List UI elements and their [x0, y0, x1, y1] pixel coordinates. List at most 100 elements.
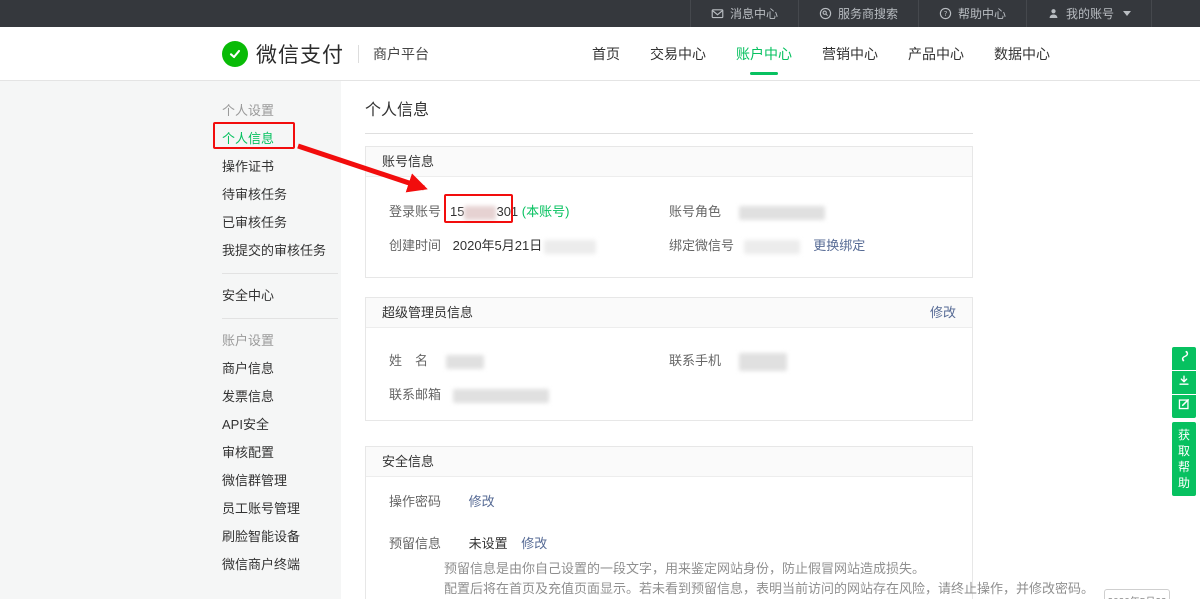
account-role-label: 账号角色 [669, 204, 721, 219]
sidebar-item-pending-review-tasks[interactable]: 待审核任务 [222, 181, 341, 209]
operation-password-row: 操作密码 修改 [389, 491, 495, 510]
sidebar-item-api-security[interactable]: API安全 [222, 411, 341, 439]
reserved-info-label: 预留信息 [389, 536, 441, 551]
nav-product-center[interactable]: 产品中心 [908, 27, 964, 81]
sidebar-item-face-payment-devices[interactable]: 刷脸智能设备 [222, 523, 341, 551]
edit-reserved-info-link[interactable]: 修改 [521, 536, 547, 551]
account-role-row: 账号角色 [669, 201, 825, 220]
account-info-title: 账号信息 [382, 147, 434, 176]
help-center-label: 帮助中心 [958, 5, 1006, 22]
change-password-link[interactable]: 修改 [469, 494, 495, 509]
service-provider-search-label: 服务商搜索 [838, 5, 898, 22]
help-line: 预留信息是由你自己设置的一段文字，用来鉴定网站身份，防止假冒网站造成损失。 [444, 559, 1094, 579]
help-center-menu[interactable]: ? 帮助中心 [918, 0, 1026, 27]
admin-name-label: 姓 名 [389, 353, 428, 368]
super-admin-header: 超级管理员信息 修改 [366, 298, 972, 328]
sidebar-item-wechat-merchant-terminal[interactable]: 微信商户终端 [222, 551, 341, 579]
sidebar-divider [222, 318, 338, 319]
sidebar: 个人设置 个人信息 操作证书 待审核任务 已审核任务 我提交的审核任务 安全中心… [0, 81, 341, 599]
super-admin-section: 超级管理员信息 修改 姓 名 联系手机 联系邮箱 [365, 297, 973, 421]
sidebar-item-staff-account-management[interactable]: 员工账号管理 [222, 495, 341, 523]
link-tool-button[interactable] [1172, 347, 1196, 370]
message-center-menu[interactable]: 消息中心 [690, 0, 798, 27]
feedback-tool-button[interactable] [1172, 395, 1196, 418]
message-center-label: 消息中心 [730, 5, 778, 22]
sidebar-group-personal-settings: 个人设置 [222, 97, 341, 125]
sidebar-item-my-submitted-tasks[interactable]: 我提交的审核任务 [222, 237, 341, 265]
chevron-down-icon [1123, 11, 1131, 16]
my-account-menu[interactable]: 我的账号 [1026, 0, 1152, 27]
bound-wechat-label: 绑定微信号 [669, 238, 734, 253]
help-icon: ? [939, 7, 952, 20]
admin-phone-label: 联系手机 [669, 353, 721, 368]
top-utility-bar: 消息中心 服务商搜索 ? 帮助中心 我的账号 [0, 0, 1200, 27]
redacted-wechat-id [744, 240, 800, 254]
created-time-row: 创建时间 2020年5月21日 [389, 235, 596, 254]
brand-area[interactable]: 微信支付 商户平台 [222, 27, 429, 81]
brand-divider [358, 45, 359, 63]
nav-account-center[interactable]: 账户中心 [736, 27, 792, 81]
link-icon [1177, 349, 1191, 368]
edit-icon [1177, 397, 1191, 416]
account-info-section: 账号信息 登录账号 15301 (本账号) 账号角色 创建时间 2020年5月2… [365, 146, 973, 278]
security-info-section: 安全信息 操作密码 修改 预留信息 未设置 修改 预留信息是由你自己设置的一段文… [365, 446, 973, 599]
nav-marketing-center[interactable]: 营销中心 [822, 27, 878, 81]
edit-admin-link[interactable]: 修改 [930, 298, 956, 327]
admin-name-row: 姓 名 [389, 350, 484, 369]
title-divider [365, 133, 973, 134]
main-header: 微信支付 商户平台 首页 交易中心 账户中心 营销中心 产品中心 数据中心 [0, 27, 1200, 81]
sidebar-item-review-config[interactable]: 审核配置 [222, 439, 341, 467]
sidebar-group-account-settings: 账户设置 [222, 327, 341, 355]
download-tool-button[interactable] [1172, 371, 1196, 394]
sidebar-item-wechat-group-management[interactable]: 微信群管理 [222, 467, 341, 495]
sidebar-item-personal-info[interactable]: 个人信息 [222, 125, 341, 153]
search-icon [819, 7, 832, 20]
svg-text:?: ? [944, 9, 948, 18]
my-account-label: 我的账号 [1066, 5, 1114, 22]
download-icon [1177, 373, 1191, 392]
redacted-account-role [739, 206, 825, 220]
login-account-row: 登录账号 [389, 201, 441, 220]
brand-name: 微信支付 [256, 39, 344, 69]
sidebar-divider [222, 273, 338, 274]
sidebar-item-merchant-info[interactable]: 商户信息 [222, 355, 341, 383]
account-info-header: 账号信息 [366, 147, 972, 177]
redacted-admin-email [453, 389, 549, 403]
nav-transaction-center[interactable]: 交易中心 [650, 27, 706, 81]
main-content: 个人信息 账号信息 登录账号 15301 (本账号) 账号角色 创建时间 202… [341, 81, 1200, 599]
sidebar-item-operation-certificate[interactable]: 操作证书 [222, 153, 341, 181]
login-account-label: 登录账号 [389, 204, 441, 219]
sidebar-item-invoice-info[interactable]: 发票信息 [222, 383, 341, 411]
reserved-info-value: 未设置 [469, 536, 508, 551]
current-account-tag: (本账号) [522, 204, 570, 219]
created-time-label: 创建时间 [389, 238, 441, 253]
wechat-pay-merchant-page: 消息中心 服务商搜索 ? 帮助中心 我的账号 微信支付 商户平台 首页 交易中心 [0, 0, 1200, 599]
redacted-admin-name [446, 355, 484, 369]
security-info-title: 安全信息 [382, 447, 434, 476]
primary-nav: 首页 交易中心 账户中心 营销中心 产品中心 数据中心 [592, 27, 1050, 81]
security-info-header: 安全信息 [366, 447, 972, 477]
floating-toolbar: 获取帮助 [1172, 347, 1196, 496]
nav-home[interactable]: 首页 [592, 27, 620, 81]
reserved-info-help: 预留信息是由你自己设置的一段文字，用来鉴定网站身份，防止假冒网站造成损失。 配置… [444, 559, 1094, 599]
sidebar-item-security-center[interactable]: 安全中心 [222, 282, 341, 310]
date-tooltip: 2020年5月22日 [1104, 589, 1170, 599]
bound-wechat-row: 绑定微信号 更换绑定 [669, 235, 865, 254]
mail-icon [711, 7, 724, 20]
topbar-spacer [0, 0, 690, 27]
user-icon [1047, 7, 1060, 20]
operation-password-label: 操作密码 [389, 494, 441, 509]
nav-data-center[interactable]: 数据中心 [994, 27, 1050, 81]
super-admin-title: 超级管理员信息 [382, 298, 473, 327]
platform-name: 商户平台 [373, 44, 429, 64]
admin-email-row: 联系邮箱 [389, 384, 549, 403]
service-provider-search-menu[interactable]: 服务商搜索 [798, 0, 918, 27]
admin-email-label: 联系邮箱 [389, 387, 441, 402]
reserved-info-row: 预留信息 未设置 修改 [389, 533, 547, 552]
admin-phone-row: 联系手机 [669, 350, 787, 371]
sidebar-item-reviewed-tasks[interactable]: 已审核任务 [222, 209, 341, 237]
get-help-button[interactable]: 获取帮助 [1172, 422, 1196, 496]
wechat-pay-logo-icon [222, 41, 248, 67]
login-account-value: 15301 (本账号) [450, 201, 569, 220]
change-binding-link[interactable]: 更换绑定 [813, 238, 865, 253]
